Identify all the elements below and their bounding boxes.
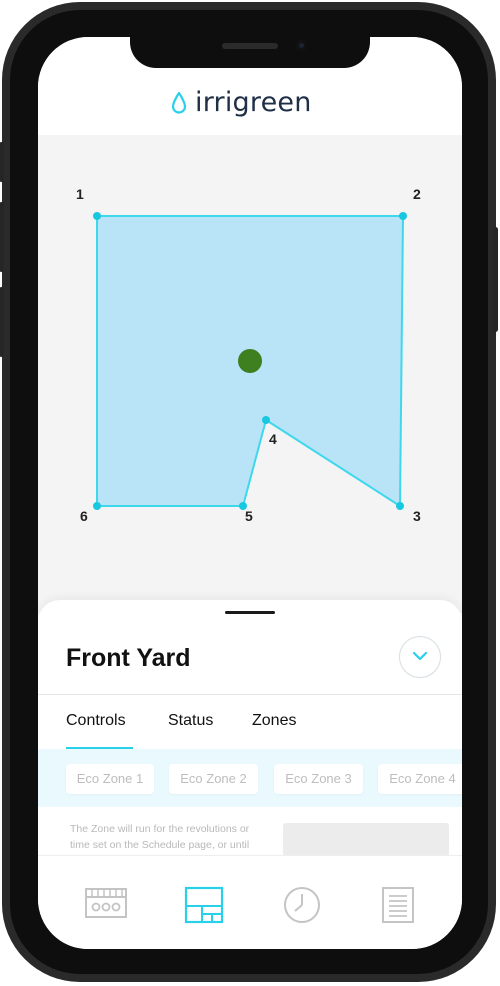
vertex-label-2: 2: [413, 186, 421, 202]
speaker-grille: [222, 43, 278, 49]
nav-item-controller[interactable]: [84, 886, 128, 925]
eco-zone-chip-3[interactable]: Eco Zone 3: [274, 764, 363, 794]
vertex-label-3: 3: [413, 508, 421, 524]
sheet-divider: [38, 694, 462, 695]
zone-title: Front Yard: [66, 644, 191, 672]
nav-item-zones[interactable]: [184, 886, 224, 929]
eco-zone-chip-2[interactable]: Eco Zone 2: [169, 764, 258, 794]
app-screen: irrigreen 1 2 3 4 5 6 Front Yard Control…: [38, 37, 462, 949]
nav-item-reports[interactable]: [381, 886, 415, 929]
sprinkler-center-marker[interactable]: [238, 349, 262, 373]
vertex-handle-6[interactable]: [93, 502, 101, 510]
eco-zone-chip-1[interactable]: Eco Zone 1: [66, 764, 154, 794]
volume-up-button: [0, 202, 4, 272]
bottom-nav: [38, 855, 462, 949]
sheet-drag-handle[interactable]: [225, 611, 275, 614]
front-camera: [296, 40, 307, 51]
controller-icon: [85, 888, 127, 918]
eco-zone-chip-4[interactable]: Eco Zone 4: [378, 764, 462, 794]
zone-map[interactable]: 1 2 3 4 5 6: [38, 135, 462, 613]
vertex-handle-4[interactable]: [262, 416, 270, 424]
vertex-handle-2[interactable]: [399, 212, 407, 220]
phone-notch: [130, 37, 370, 68]
vertex-handle-3[interactable]: [396, 502, 404, 510]
mute-switch: [0, 142, 4, 182]
chevron-down-icon: [412, 651, 428, 661]
water-drop-icon: [171, 91, 187, 114]
vertex-label-5: 5: [245, 508, 253, 524]
map-layout-icon: [184, 886, 224, 924]
vertex-label-4: 4: [269, 431, 277, 447]
collapse-sheet-button[interactable]: [399, 636, 441, 678]
logo-text: irrigreen: [195, 87, 312, 118]
tab-status[interactable]: Status: [168, 712, 213, 730]
vertex-handle-1[interactable]: [93, 212, 101, 220]
zone-polygon-canvas[interactable]: [38, 135, 462, 613]
app-logo: irrigreen: [171, 87, 312, 118]
vertex-label-1: 1: [76, 186, 84, 202]
tab-controls[interactable]: Controls: [66, 712, 126, 730]
tab-zones[interactable]: Zones: [252, 712, 296, 730]
clock-icon: [284, 887, 320, 923]
nav-item-schedule[interactable]: [283, 886, 321, 929]
volume-down-button: [0, 287, 4, 357]
document-icon: [382, 887, 414, 923]
vertex-label-6: 6: [80, 508, 88, 524]
zone-description: The Zone will run for the revolutions or…: [70, 823, 250, 851]
power-button: [493, 227, 498, 332]
